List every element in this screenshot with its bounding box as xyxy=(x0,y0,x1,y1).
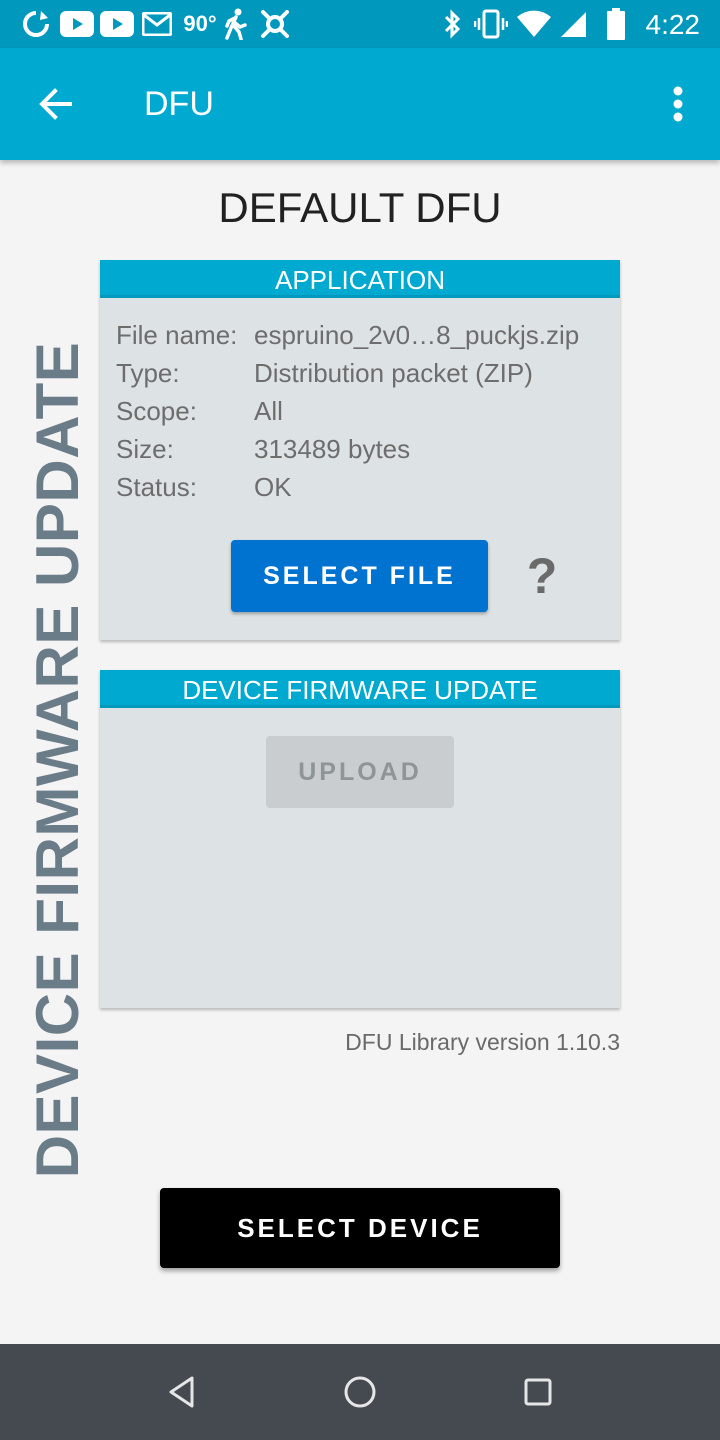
select-file-button[interactable]: SELECT FILE xyxy=(231,540,488,612)
status-time: 4:22 xyxy=(645,9,701,40)
file-info-table: File name: espruino_2v0…8_puckjs.zip Typ… xyxy=(116,316,579,506)
info-value: Distribution packet (ZIP) xyxy=(254,358,533,388)
battery-icon xyxy=(606,8,626,40)
upload-button[interactable]: UPLOAD xyxy=(266,736,454,808)
info-row-file-name: File name: espruino_2v0…8_puckjs.zip xyxy=(116,316,579,354)
info-value: All xyxy=(254,396,283,426)
navigation-bar xyxy=(0,1344,720,1440)
info-row-scope: Scope: All xyxy=(116,392,579,430)
info-key: File name: xyxy=(116,320,238,350)
dfu-card-header: DEVICE FIRMWARE UPDATE xyxy=(100,670,620,708)
vibrate-icon xyxy=(474,8,508,40)
app-bar: DFU xyxy=(0,48,720,160)
info-value: espruino_2v0…8_puckjs.zip xyxy=(254,320,580,350)
signal-icon xyxy=(558,8,588,40)
more-vert-icon xyxy=(673,86,683,122)
home-circle-icon xyxy=(344,1376,376,1408)
info-key: Size: xyxy=(116,434,174,464)
arrow-back-icon xyxy=(39,88,72,120)
gmail-icon xyxy=(142,8,172,40)
youtube-icon xyxy=(100,8,134,40)
help-button[interactable]: ? xyxy=(522,544,562,608)
overflow-menu-button[interactable] xyxy=(658,78,698,130)
info-row-status: Status: OK xyxy=(116,468,579,506)
back-triangle-icon xyxy=(169,1376,194,1408)
info-key: Type: xyxy=(116,358,180,388)
youtube-icon xyxy=(60,8,94,40)
application-card-header: APPLICATION xyxy=(100,260,620,298)
back-button[interactable] xyxy=(26,74,86,134)
page-title: DEFAULT DFU xyxy=(218,184,502,231)
temperature-indicator: 90° xyxy=(183,11,217,36)
walking-icon xyxy=(222,8,250,40)
app-icon xyxy=(258,8,292,40)
library-version: DFU Library version 1.10.3 xyxy=(345,1029,620,1055)
application-card: APPLICATION File name: espruino_2v0…8_pu… xyxy=(100,260,620,640)
wifi-icon xyxy=(516,8,552,40)
status-bar: 90° 4:22 xyxy=(0,0,720,48)
app-title: DFU xyxy=(144,85,214,123)
dfu-card: DEVICE FIRMWARE UPDATE UPLOAD xyxy=(100,670,620,1008)
select-device-button[interactable]: SELECT DEVICE xyxy=(160,1188,560,1268)
nav-back-button[interactable] xyxy=(152,1362,212,1422)
nav-recents-button[interactable] xyxy=(508,1362,568,1422)
sync-icon xyxy=(20,8,52,40)
side-label: DEVICE FIRMWARE UPDATE xyxy=(24,341,91,1179)
info-value: 313489 bytes xyxy=(254,434,411,464)
info-row-type: Type: Distribution packet (ZIP) xyxy=(116,354,579,392)
info-key: Status: xyxy=(116,472,197,502)
recents-square-icon xyxy=(524,1378,552,1406)
bluetooth-icon xyxy=(440,8,464,40)
info-row-size: Size: 313489 bytes xyxy=(116,430,579,468)
info-key: Scope: xyxy=(116,396,197,426)
nav-home-button[interactable] xyxy=(330,1362,390,1422)
info-value: OK xyxy=(254,472,292,502)
